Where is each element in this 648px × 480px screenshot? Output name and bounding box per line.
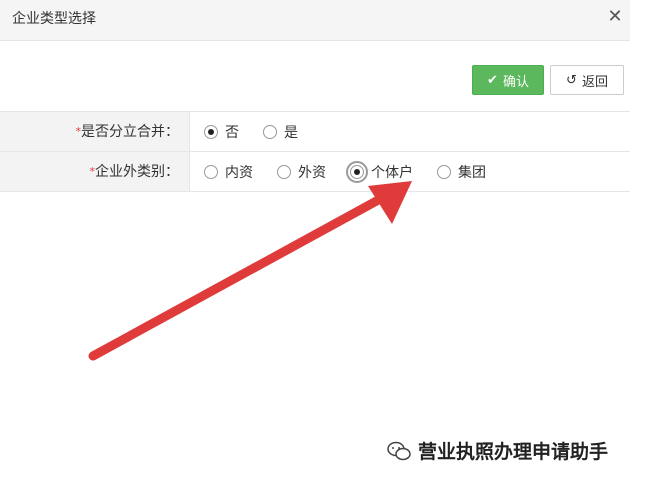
watermark: 营业执照办理申请助手	[386, 437, 608, 464]
annotation-arrow	[88, 181, 412, 361]
wechat-icon	[387, 441, 411, 460]
watermark-text: 营业执照办理申请助手	[418, 441, 609, 463]
